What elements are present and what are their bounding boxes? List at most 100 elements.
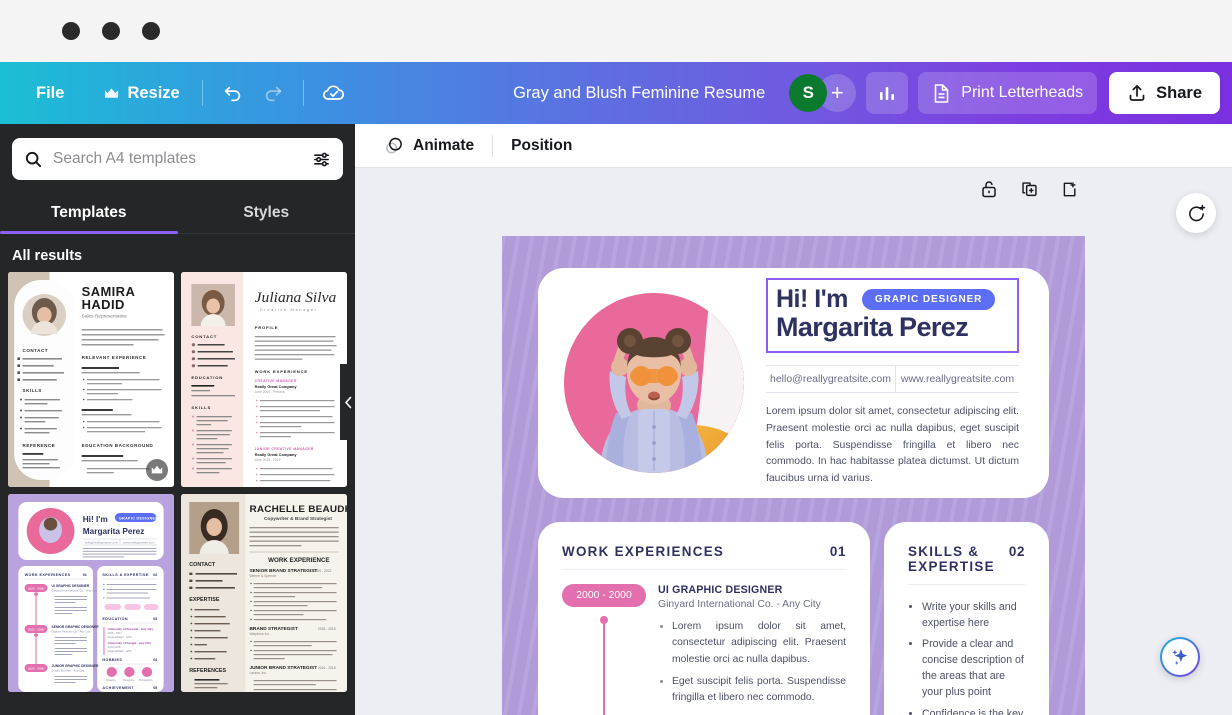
skills-number: 02 <box>1008 544 1025 559</box>
work-company: Ginyard International Co. - Any City <box>658 599 821 610</box>
print-letterheads-button[interactable]: Print Letterheads <box>918 72 1098 114</box>
svg-text:CONTACT: CONTACT <box>191 334 217 339</box>
resize-label: Resize <box>127 83 180 102</box>
work-number: 01 <box>829 544 846 559</box>
file-menu-button[interactable]: File <box>24 76 76 111</box>
add-comment-icon <box>1186 203 1207 224</box>
skills-bullet: Write your skills and expertise here <box>922 599 1025 631</box>
file-menu-label: File <box>36 83 65 102</box>
selected-text-element[interactable]: Hi! I'm GRAPIC DESIGNER Margarita Perez <box>766 277 1019 353</box>
magic-studio-button[interactable] <box>1160 637 1200 677</box>
templates-sidebar: Templates Styles All results CONTACT <box>0 124 355 715</box>
canvas-area[interactable]: Hi! I'm GRAPIC DESIGNER Margarita Perez … <box>355 168 1232 715</box>
animate-circles-icon <box>383 135 405 157</box>
work-date-pill: 2000 - 2000 <box>562 584 646 607</box>
redo-button[interactable] <box>253 73 293 113</box>
svg-text:SKILLS: SKILLS <box>23 388 42 393</box>
svg-text:Larana, Inc.: Larana, Inc. <box>249 671 267 675</box>
lower-columns: WORK EXPERIENCES 01 2000 - 2000 UI GRAPH… <box>538 522 1049 715</box>
svg-text:Digitize Persona Co - Any City: Digitize Persona Co - Any City <box>52 629 91 633</box>
svg-text:www.reallygreatsite.com: www.reallygreatsite.com <box>123 540 155 544</box>
page-tools <box>978 178 1080 200</box>
cloud-save-status-button[interactable] <box>314 73 354 113</box>
add-comment-button[interactable] <box>1176 193 1216 233</box>
add-page-icon <box>1060 180 1079 199</box>
print-letterheads-label: Print Letterheads <box>961 84 1084 101</box>
sidebar-tabs: Templates Styles <box>0 194 355 234</box>
template-thumbnail-1[interactable]: CONTACT SKILLS REFERENCE SAMIRA HADID Sa… <box>8 272 174 487</box>
search-box[interactable] <box>12 138 343 180</box>
svg-text:ACHIEVEMENT: ACHIEVEMENT <box>102 686 134 690</box>
search-wrapper <box>0 124 355 180</box>
work-heading: WORK EXPERIENCES <box>562 544 725 559</box>
resize-button[interactable]: Resize <box>92 76 191 111</box>
svg-text:Juliana Silva: Juliana Silva <box>255 289 337 306</box>
work-heading-row: WORK EXPERIENCES 01 <box>562 544 846 559</box>
svg-text:2000 - 2000: 2000 - 2000 <box>28 586 45 590</box>
template-thumbnail-3[interactable]: Hi! I'm GRAPIC DESIGNER Margarita Perez … <box>8 494 174 692</box>
filter-sliders-icon[interactable] <box>312 150 331 169</box>
svg-text:Warpfone Inc.: Warpfone Inc. <box>249 632 270 636</box>
svg-text:University of Borcelle - Any C: University of Borcelle - Any City <box>108 627 154 631</box>
skills-rule <box>908 584 1025 585</box>
document-title[interactable]: Gray and Blush Feminine Resume <box>499 76 779 111</box>
position-button[interactable]: Position <box>497 131 586 161</box>
full-name-text: Margarita Perez <box>776 312 969 343</box>
search-input[interactable] <box>53 150 302 168</box>
svg-text:CONTACT: CONTACT <box>23 348 49 353</box>
greeting-text: Hi! I'm <box>776 284 848 313</box>
bar-chart-icon <box>877 83 897 103</box>
lock-page-button[interactable] <box>978 178 1000 200</box>
svg-text:GRAPIC DESIGNER: GRAPIC DESIGNER <box>119 517 158 521</box>
animate-button[interactable]: Animate <box>369 129 488 163</box>
svg-text:University of Fauget - Any Cit: University of Fauget - Any City <box>108 641 152 645</box>
window-chrome <box>0 0 1232 62</box>
role-badge: GRAPIC DESIGNER <box>861 288 996 310</box>
toolbar-divider-2 <box>302 80 304 106</box>
tab-styles-label: Styles <box>243 204 290 221</box>
insights-button[interactable] <box>866 72 909 114</box>
add-page-button[interactable] <box>1058 178 1080 200</box>
svg-text:UI GRAPHIC DESIGNER: UI GRAPHIC DESIGNER <box>52 584 90 588</box>
svg-text:Sales Representative: Sales Representative <box>82 314 128 319</box>
skills-expertise-card[interactable]: SKILLS & EXPERTISE 02 Write your skills … <box>884 522 1049 715</box>
window-dot-3[interactable] <box>142 22 160 40</box>
template-results-grid: CONTACT SKILLS REFERENCE SAMIRA HADID Sa… <box>0 272 355 692</box>
work-entry-detail: UI GRAPHIC DESIGNER Ginyard Internationa… <box>658 584 846 712</box>
svg-text:HADID: HADID <box>82 297 125 312</box>
template-thumbnail-4[interactable]: CONTACT EXPERTISE REFERENCES RACHELLE BE… <box>181 494 347 692</box>
window-dot-2[interactable] <box>102 22 120 40</box>
window-dot-1[interactable] <box>62 22 80 40</box>
svg-text:02: 02 <box>153 573 157 577</box>
svg-text:EDUCATION: EDUCATION <box>191 375 223 380</box>
tab-templates[interactable]: Templates <box>0 194 178 234</box>
profile-photo[interactable] <box>564 293 744 473</box>
design-page[interactable]: Hi! I'm GRAPIC DESIGNER Margarita Perez … <box>502 236 1085 715</box>
avatar[interactable]: S <box>789 74 828 112</box>
svg-text:Hi! I'm: Hi! I'm <box>83 515 108 524</box>
svg-text:Drawing: Drawing <box>107 679 117 682</box>
work-experiences-card[interactable]: WORK EXPERIENCES 01 2000 - 2000 UI GRAPH… <box>538 522 870 715</box>
hero-card[interactable]: Hi! I'm GRAPIC DESIGNER Margarita Perez … <box>538 268 1049 498</box>
duplicate-page-button[interactable] <box>1018 178 1040 200</box>
svg-text:CONTACT: CONTACT <box>189 562 216 568</box>
svg-text:RACHELLE BEAUDRY: RACHELLE BEAUDRY <box>249 504 347 515</box>
svg-text:RELEVANT EXPERIENCE: RELEVANT EXPERIENCE <box>82 355 147 360</box>
svg-text:EDUCATION BACKGROUND: EDUCATION BACKGROUND <box>82 443 154 448</box>
sidebar-collapse-handle[interactable] <box>340 364 355 440</box>
svg-text:2020 - 2022: 2020 - 2022 <box>314 569 332 573</box>
template-thumbnail-2[interactable]: CONTACT EDUCATION SKILLS Juliana Silva C… <box>181 272 347 487</box>
greeting-row: Hi! I'm GRAPIC DESIGNER <box>776 286 1009 312</box>
undo-button[interactable] <box>213 73 253 113</box>
top-toolbar: File Resize Gray and Blush Feminine Resu… <box>0 62 1232 124</box>
svg-text:2016 - 2018: 2016 - 2018 <box>318 666 336 670</box>
tab-styles[interactable]: Styles <box>178 194 356 234</box>
share-button[interactable]: Share <box>1109 72 1220 114</box>
svg-text:Margarita Perez: Margarita Perez <box>83 527 145 536</box>
svg-text:2018 - 2019: 2018 - 2019 <box>318 627 336 631</box>
redo-icon <box>262 82 284 104</box>
svg-text:PROFILE: PROFILE <box>255 325 279 330</box>
context-toolbar: Animate Position <box>355 124 1232 168</box>
svg-text:SENIOR BRAND STRATEGIST: SENIOR BRAND STRATEGIST <box>249 568 317 573</box>
work-bullet: Lorem ipsum dolor sit amet, consectetur … <box>672 619 846 668</box>
